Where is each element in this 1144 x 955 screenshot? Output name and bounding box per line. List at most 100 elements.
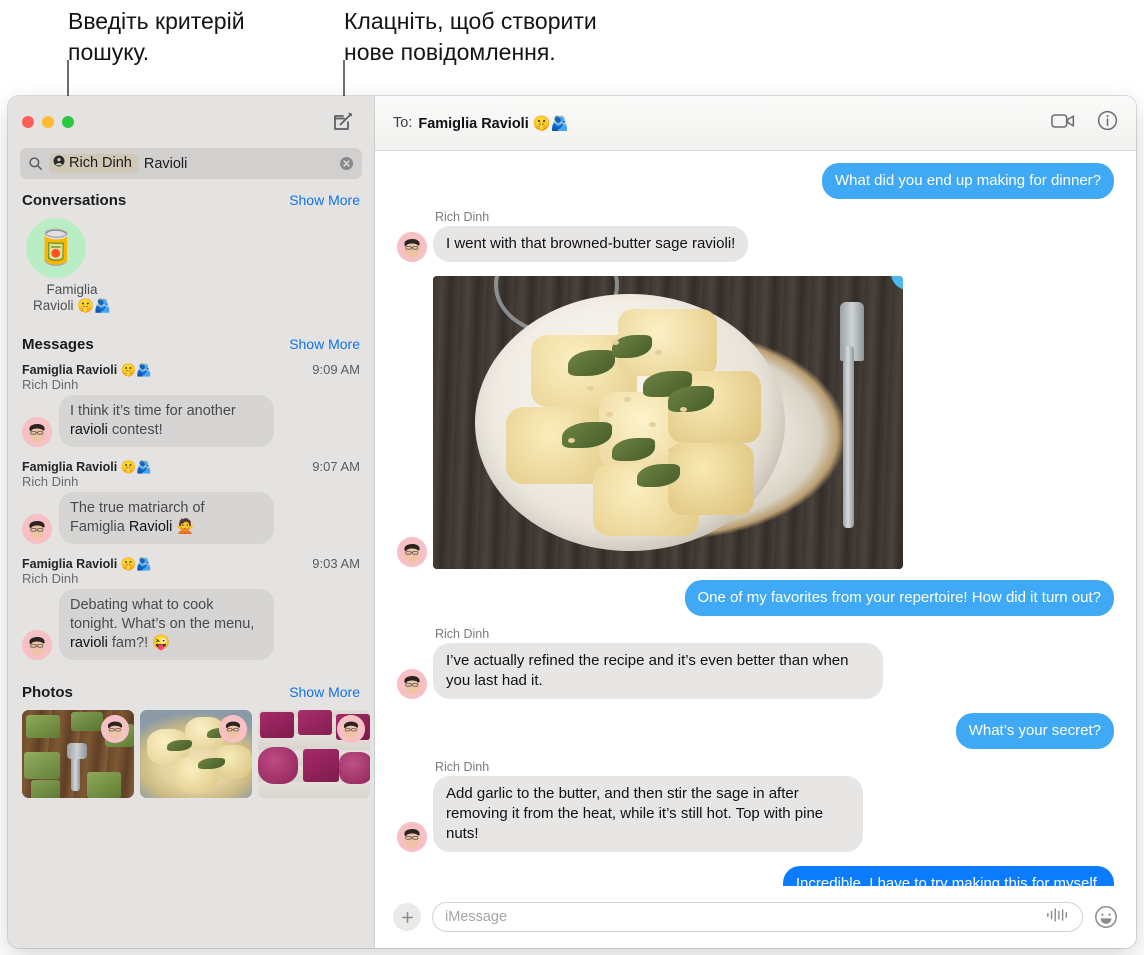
annotation-callouts: Введіть критерій пошуку. Клацніть, щоб с…: [0, 0, 1144, 170]
plate: [475, 293, 786, 552]
zoom-button[interactable]: [62, 116, 74, 128]
message-row-outgoing: One of my favorites from your repertoire…: [397, 580, 1119, 616]
incoming-stack: Rich Dinh I’ve actually refined the reci…: [428, 627, 883, 699]
message-result-header: Famiglia Ravioli 🤫🫂 9:03 AM: [22, 556, 360, 572]
incoming-stack: Rich Dinh I went with that browned-butte…: [427, 210, 749, 262]
photo-result-item[interactable]: [258, 710, 370, 798]
search-query-text: Ravioli: [143, 155, 188, 172]
conversation-name: Famiglia Ravioli 🤫🫂: [33, 282, 111, 313]
message-result-text: Debating what to cook tonight. What’s on…: [59, 589, 274, 660]
photo-results-row: [8, 706, 374, 798]
message-result-time: 9:07 AM: [312, 459, 360, 474]
message-sender-name: Rich Dinh: [435, 627, 490, 641]
avatar: [397, 232, 427, 262]
section-header-messages: Messages Show More: [8, 314, 374, 358]
imessage-input[interactable]: iMessage: [432, 902, 1083, 932]
message-result-item[interactable]: Famiglia Ravioli 🤫🫂 9:09 AM Rich Dinh I …: [8, 358, 374, 449]
emoji-smiley-icon[interactable]: [1094, 905, 1118, 929]
message-result-item[interactable]: Famiglia Ravioli 🤫🫂 9:07 AM Rich Dinh Th…: [8, 449, 374, 546]
message-result-header: Famiglia Ravioli 🤫🫂 9:07 AM: [22, 459, 360, 475]
message-result-sender: Rich Dinh: [22, 571, 79, 586]
message-row-incoming: Rich Dinh I went with that browned-butte…: [397, 210, 1114, 262]
message-bubble-incoming[interactable]: Add garlic to the butter, and then stir …: [428, 776, 863, 852]
message-bubble-outgoing[interactable]: What’s your secret?: [955, 713, 1120, 749]
message-result-conversation: Famiglia Ravioli 🤫🫂: [22, 460, 152, 474]
message-bubble-outgoing[interactable]: What did you end up making for dinner?: [822, 163, 1119, 199]
message-row-incoming: Rich Dinh I’ve actually refined the reci…: [397, 627, 1114, 699]
sidebar-titlebar: [8, 96, 374, 148]
show-more-messages-link[interactable]: Show More: [289, 336, 360, 352]
section-header-conversations: Conversations Show More: [8, 179, 374, 214]
search-input[interactable]: Rich Dinh Ravioli: [20, 148, 362, 179]
message-result-conversation: Famiglia Ravioli 🤫🫂: [22, 557, 152, 571]
callout-search-hint: Введіть критерій пошуку.: [68, 8, 245, 65]
message-result-sender: Rich Dinh: [22, 377, 79, 392]
show-more-conversations-link[interactable]: Show More: [289, 192, 360, 208]
message-result-sender: Rich Dinh: [22, 474, 79, 489]
search-token-contact[interactable]: Rich Dinh: [49, 154, 138, 173]
message-result-text: I think it’s time for another ravioli co…: [59, 395, 274, 447]
conversation-result-item[interactable]: 🥫 Famiglia Ravioli 🤫🫂: [8, 214, 374, 314]
avatar: [397, 669, 427, 699]
message-thread[interactable]: What did you end up making for dinner? R…: [375, 151, 1136, 886]
conversation-header: To: Famiglia Ravioli 🤫🫂: [375, 96, 1136, 151]
conversation-pane: To: Famiglia Ravioli 🤫🫂 What did you end…: [375, 96, 1136, 948]
ravioli-plate-image: [433, 276, 903, 569]
message-row-outgoing: Incredible. I have to try making this fo…: [397, 866, 1114, 886]
photo-attachment[interactable]: [433, 276, 903, 569]
conversation-avatar: 🥫: [26, 218, 86, 278]
sidebar: Rich Dinh Ravioli Conversations Show Mor…: [8, 96, 375, 948]
avatar: [397, 822, 427, 852]
message-result-header: Famiglia Ravioli 🤫🫂 9:09 AM: [22, 362, 360, 378]
message-result-text: The true matriarch of Famiglia Ravioli 🙅: [59, 492, 274, 544]
message-result-time: 9:03 AM: [312, 556, 360, 571]
avatar: [22, 630, 52, 660]
avatar: [397, 537, 427, 567]
minimize-button[interactable]: [42, 116, 54, 128]
avatar: [22, 417, 52, 447]
message-result-body: The true matriarch of Famiglia Ravioli 🙅: [22, 492, 360, 544]
section-title: Photos: [22, 684, 73, 701]
avatar: [219, 715, 247, 743]
header-actions: [1051, 110, 1118, 136]
message-result-item[interactable]: Famiglia Ravioli 🤫🫂 9:03 AM Rich Dinh De…: [8, 546, 374, 662]
compose-icon[interactable]: [330, 109, 356, 135]
incoming-stack: Rich Dinh Add garlic to the butter, and …: [428, 760, 863, 852]
contact-icon: [53, 155, 65, 171]
avatar: [337, 715, 365, 743]
to-label: To:: [393, 115, 413, 131]
search-bar-container: Rich Dinh Ravioli: [8, 148, 374, 179]
imessage-placeholder: iMessage: [445, 909, 508, 925]
clear-icon[interactable]: [339, 156, 354, 171]
messages-app-window: Rich Dinh Ravioli Conversations Show Mor…: [8, 96, 1136, 948]
message-row-incoming: Rich Dinh Add garlic to the butter, and …: [397, 760, 1114, 852]
message-sender-name: Rich Dinh: [435, 210, 490, 224]
message-bubble-outgoing[interactable]: One of my favorites from your repertoire…: [684, 580, 1119, 616]
photo-result-item[interactable]: [22, 710, 134, 798]
message-bubble-outgoing[interactable]: Incredible. I have to try making this fo…: [782, 866, 1114, 886]
callout-compose-hint: Клацніть, щоб створити нове повідомлення…: [344, 8, 597, 65]
message-bubble-incoming[interactable]: I went with that browned-butter sage rav…: [427, 226, 749, 262]
audio-waveform-icon[interactable]: [1046, 907, 1070, 928]
recipient-name[interactable]: Famiglia Ravioli 🤫🫂: [418, 115, 569, 132]
section-title: Messages: [22, 336, 94, 353]
message-bubble-incoming[interactable]: I’ve actually refined the recipe and it’…: [428, 643, 883, 699]
window-traffic-lights: [22, 116, 74, 128]
search-token-label: Rich Dinh: [69, 155, 132, 171]
incoming-wrap: Rich Dinh Add garlic to the butter, and …: [397, 760, 863, 852]
plus-icon[interactable]: [393, 903, 421, 931]
avatar: [22, 514, 52, 544]
section-title: Conversations: [22, 192, 127, 209]
message-row-outgoing: What did you end up making for dinner?: [397, 163, 1119, 199]
message-sender-name: Rich Dinh: [435, 760, 490, 774]
info-icon[interactable]: [1097, 110, 1118, 136]
show-more-photos-link[interactable]: Show More: [289, 684, 360, 700]
close-button[interactable]: [22, 116, 34, 128]
section-header-photos: Photos Show More: [8, 662, 374, 706]
message-input-bar: iMessage: [375, 886, 1136, 948]
video-camera-icon[interactable]: [1051, 112, 1075, 135]
photo-result-item[interactable]: [140, 710, 252, 798]
message-result-body: I think it’s time for another ravioli co…: [22, 395, 360, 447]
message-row-outgoing: What’s your secret?: [397, 713, 1120, 749]
message-result-conversation: Famiglia Ravioli 🤫🫂: [22, 363, 152, 377]
